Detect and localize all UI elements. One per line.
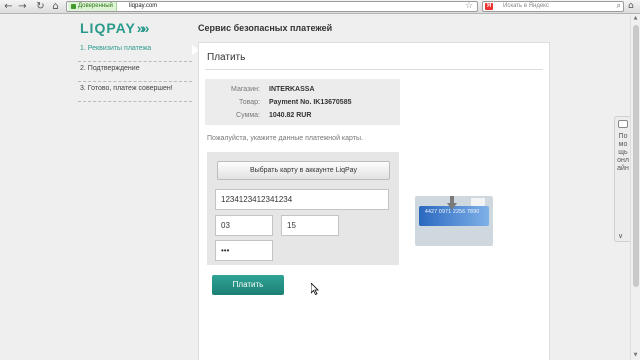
shop-label: Магазин:: [231, 86, 260, 93]
back-icon[interactable]: ←: [3, 1, 14, 12]
search-box[interactable]: Я Искать в Яндекс ⌕: [482, 1, 624, 12]
help-online-label: Помощь онлайн: [617, 133, 629, 172]
card-back: [471, 198, 485, 206]
address-bar[interactable]: Доверенный liqpay.com ☆: [66, 1, 478, 12]
cvv-field[interactable]: •••: [215, 240, 273, 261]
home-icon[interactable]: ⌂: [50, 1, 61, 12]
select-liqpay-card-button[interactable]: Выбрать карту в аккаунте LiqPay: [217, 161, 390, 180]
shop-value: INTERKASSA: [269, 86, 315, 93]
yandex-icon: Я: [485, 3, 493, 10]
search-placeholder[interactable]: Искать в Яндекс: [503, 2, 549, 11]
help-online-tab[interactable]: Помощь онлайн ∨: [614, 116, 630, 242]
info-row-product: Товар: Payment No. IK13670585: [205, 96, 400, 109]
chat-bubble-icon: [618, 120, 628, 128]
mouse-cursor-icon: [311, 283, 319, 295]
page-title: Сервис безопасных платежей: [198, 23, 333, 33]
scroll-thumb[interactable]: [633, 25, 639, 287]
step-done: 3. Готово, платеж совершен!: [78, 82, 192, 102]
product-value: Payment No. IK13670585: [269, 99, 352, 106]
panel-title: Платить: [207, 52, 246, 63]
page-scrollbar[interactable]: ▲ ▼: [630, 15, 640, 360]
chevron-down-icon: ∨: [618, 232, 624, 240]
card-form: Выбрать карту в аккаунте LiqPay 12341234…: [207, 152, 399, 265]
pay-button[interactable]: Платить: [212, 275, 284, 295]
payment-panel: Платить Магазин: INTERKASSA Товар: Payme…: [198, 42, 550, 360]
scroll-up-icon[interactable]: ▲: [631, 15, 640, 23]
exp-month-field[interactable]: 03: [215, 215, 273, 236]
scroll-down-icon[interactable]: ▼: [631, 352, 640, 360]
step-details: 1. Реквизиты платежа: [78, 42, 199, 62]
card-illustration: 4427 0971 2256 7890: [415, 196, 493, 246]
bookmark-star-icon[interactable]: ☆: [465, 1, 473, 11]
card-prompt: Пожалуйста, укажите данные платежной кар…: [207, 135, 363, 142]
arrow-down-icon: [447, 196, 457, 210]
trusted-badge[interactable]: Доверенный: [68, 2, 117, 11]
reload-icon[interactable]: ↻: [35, 1, 46, 12]
steps-sidebar: 1. Реквизиты платежа 2. Подтверждение 3.…: [78, 42, 199, 102]
liqpay-logo[interactable]: LIQPAY»»: [80, 20, 149, 36]
amount-label: Сумма:: [236, 112, 260, 119]
search-icon[interactable]: ⌕: [617, 1, 621, 11]
product-label: Товар:: [239, 99, 260, 106]
info-row-shop: Магазин: INTERKASSA: [205, 83, 400, 96]
home-page-icon[interactable]: ⌂: [628, 1, 634, 11]
divider: [205, 69, 543, 70]
lock-icon: [71, 4, 76, 9]
card-number-field[interactable]: 1234123412341234: [215, 189, 389, 210]
url-text[interactable]: liqpay.com: [129, 2, 157, 11]
logo-chevrons: »»: [136, 20, 149, 36]
order-info: Магазин: INTERKASSA Товар: Payment No. I…: [205, 79, 400, 125]
exp-year-field[interactable]: 15: [281, 215, 339, 236]
forward-icon[interactable]: →: [17, 1, 28, 12]
amount-value: 1040.82 RUR: [269, 112, 312, 119]
browser-toolbar: ← → ↻ ⌂ Доверенный liqpay.com ☆ Я Искать…: [0, 0, 640, 14]
info-row-amount: Сумма: 1040.82 RUR: [205, 109, 400, 122]
step-confirmation: 2. Подтверждение: [78, 62, 192, 82]
